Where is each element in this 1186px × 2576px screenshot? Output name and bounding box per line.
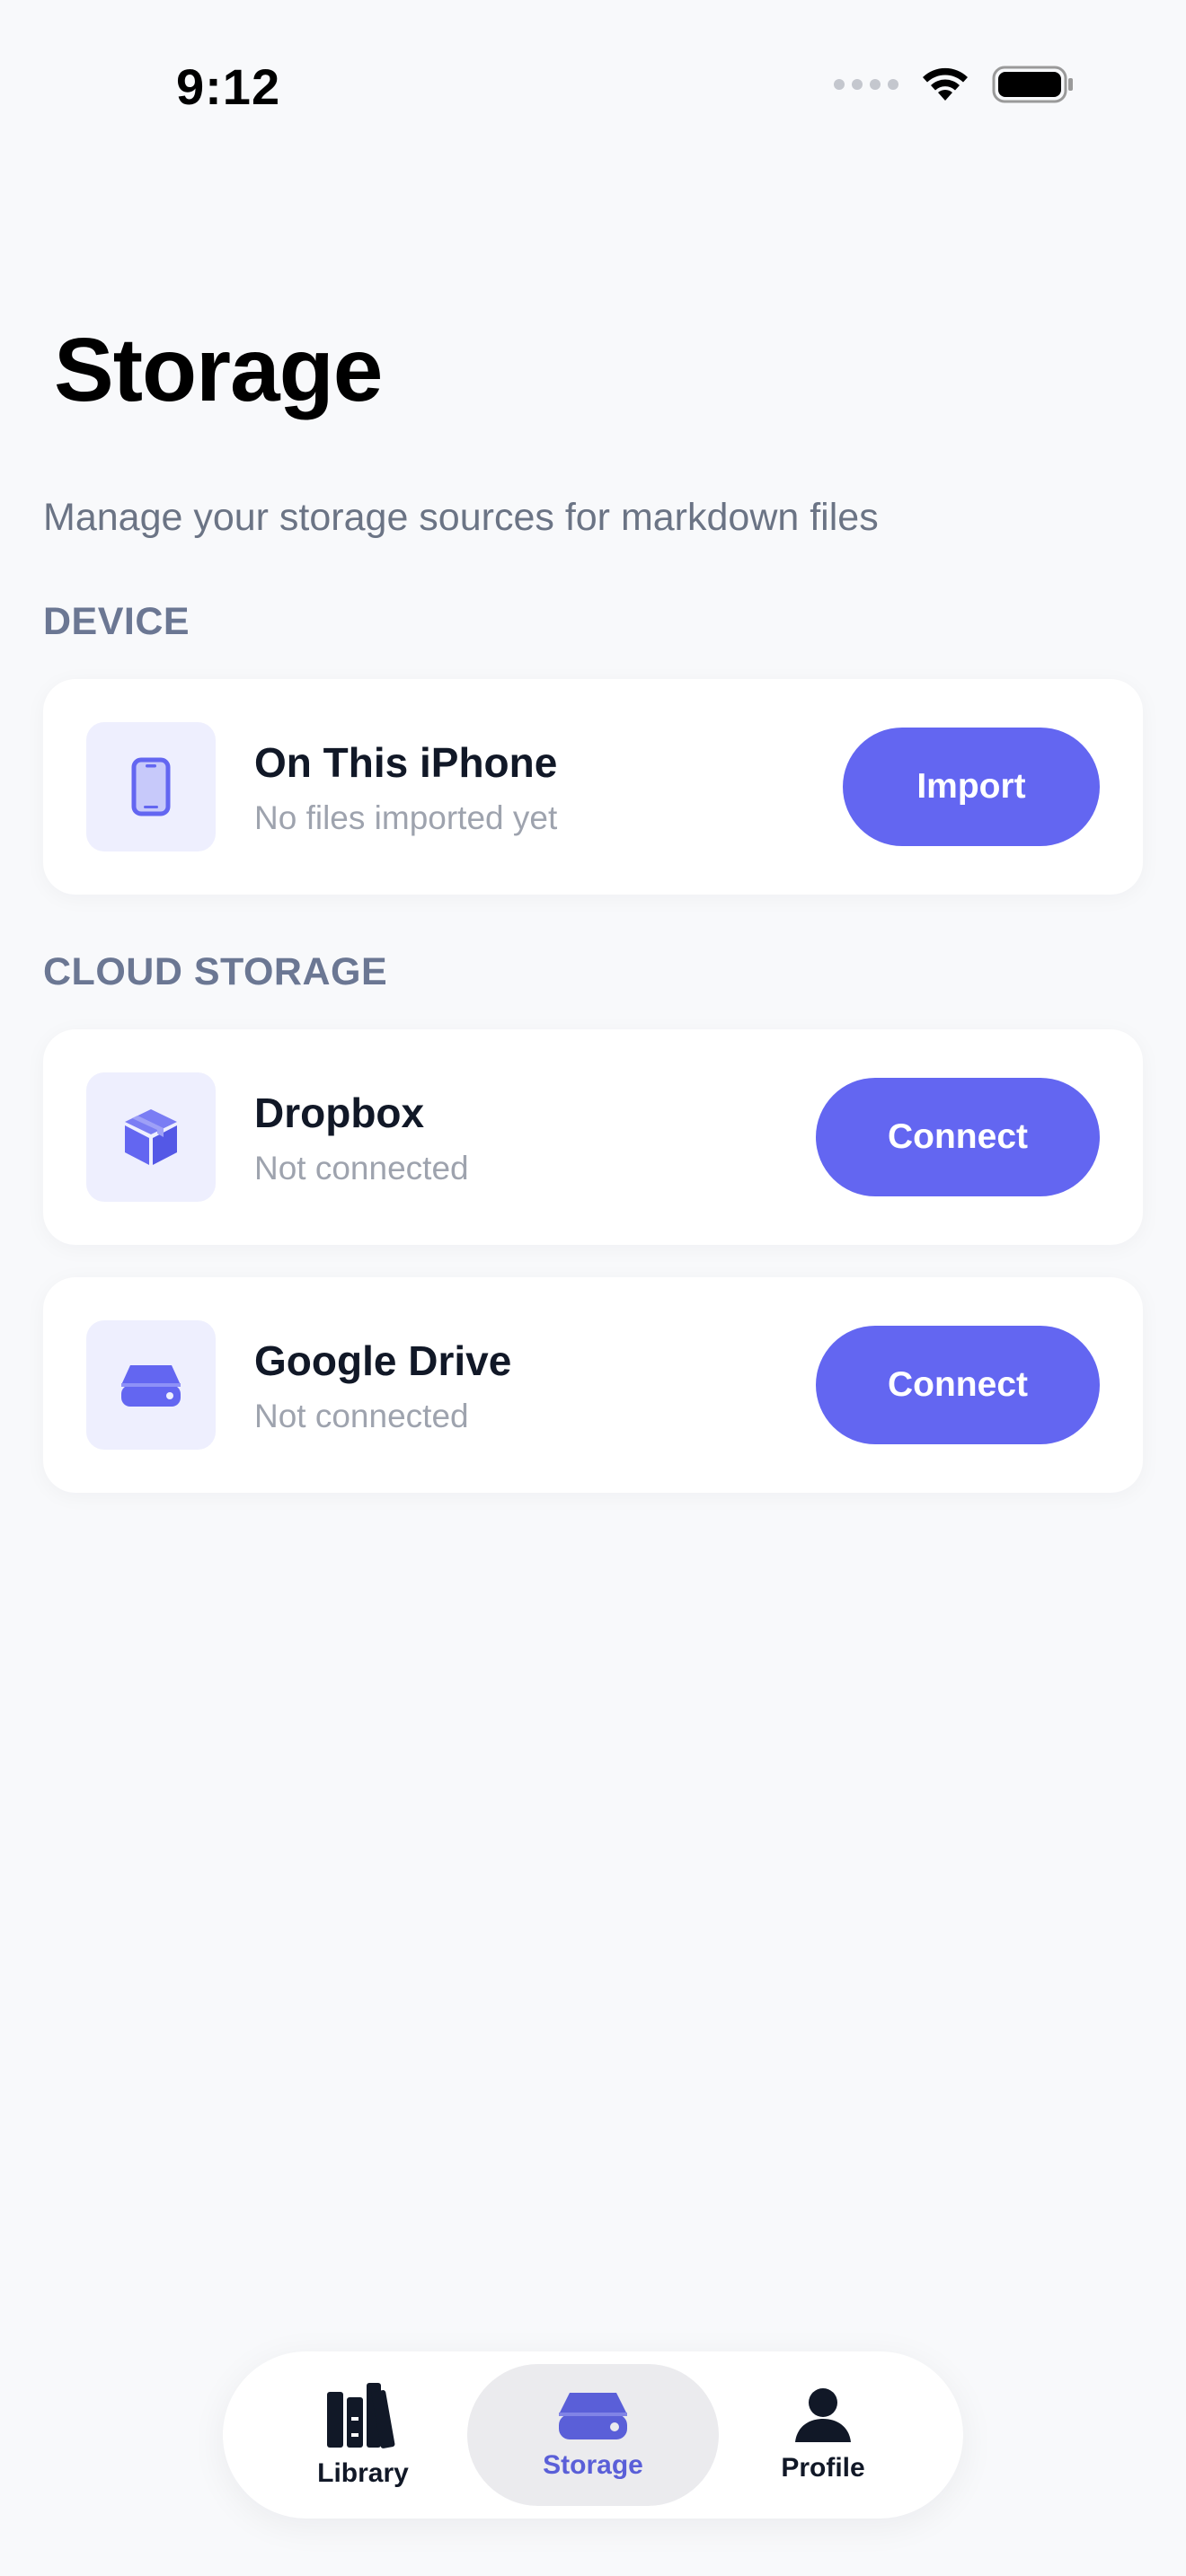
page-title: Storage — [54, 320, 383, 420]
status-time: 9:12 — [176, 58, 281, 115]
battery-icon — [992, 65, 1075, 104]
tab-label: Profile — [781, 2453, 865, 2483]
tab-storage[interactable]: Storage — [467, 2364, 719, 2506]
status-bar: 9:12 — [0, 0, 1186, 171]
wifi-icon — [918, 65, 972, 104]
status-indicators — [834, 65, 1075, 104]
card-status: No files imported yet — [254, 799, 558, 836]
tab-library[interactable]: Library — [237, 2364, 489, 2506]
card-title: Google Drive — [254, 1337, 512, 1384]
drive-icon — [86, 1320, 216, 1450]
section-header-device: DEVICE — [43, 600, 190, 643]
card-status: Not connected — [254, 1150, 469, 1187]
storage-card-google-drive: Google Drive Not connected Connect — [43, 1277, 1143, 1493]
storage-card-iphone: On This iPhone No files imported yet Imp… — [43, 679, 1143, 895]
tab-label: Storage — [543, 2450, 643, 2480]
card-title: Dropbox — [254, 1090, 425, 1136]
iphone-icon — [86, 722, 216, 851]
card-status: Not connected — [254, 1398, 469, 1434]
card-title: On This iPhone — [254, 739, 558, 786]
storage-card-dropbox: Dropbox Not connected Connect — [43, 1029, 1143, 1245]
person-icon — [795, 2388, 851, 2442]
tab-profile[interactable]: Profile — [697, 2364, 949, 2506]
dropbox-box-icon — [86, 1072, 216, 1202]
connect-dropbox-button[interactable]: Connect — [816, 1078, 1100, 1196]
tab-bar: Library Storage Profile — [223, 2351, 963, 2519]
cellular-signal-icon — [834, 79, 898, 90]
books-icon — [327, 2383, 395, 2448]
import-button[interactable]: Import — [843, 728, 1100, 846]
connect-google-drive-button[interactable]: Connect — [816, 1326, 1100, 1444]
page-subtitle: Manage your storage sources for markdown… — [43, 496, 879, 539]
drive-icon — [559, 2393, 627, 2439]
tab-label: Library — [317, 2458, 409, 2488]
section-header-cloud: CLOUD STORAGE — [43, 950, 388, 993]
